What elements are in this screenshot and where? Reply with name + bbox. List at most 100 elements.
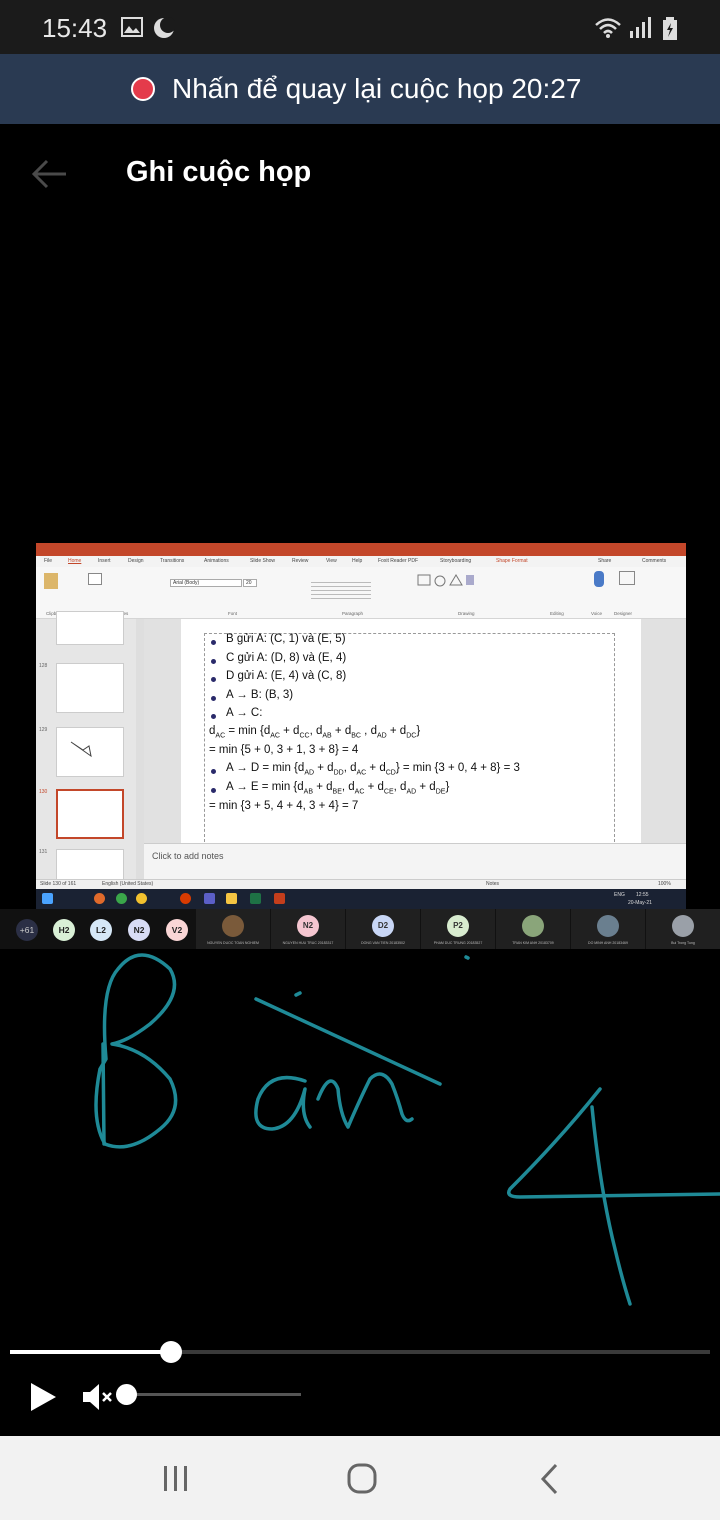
- app-icon: [116, 893, 127, 904]
- participant-tile: TRAN KIM ANH 20183709: [496, 909, 570, 949]
- ppt-status-bar: Slide 130 of 161 English (United States)…: [36, 879, 686, 889]
- group-font: Font: [228, 611, 238, 616]
- powerpoint-icon: [274, 893, 285, 904]
- taskbar-date: 20-May-21: [628, 900, 652, 906]
- participant-name: PHAM DUC TRUNG 20183527: [433, 941, 483, 945]
- return-to-meeting-banner[interactable]: Nhấn để quay lại cuộc họp 20:27: [0, 54, 720, 124]
- tab-home: Home: [68, 558, 82, 564]
- slide-line: A → C:: [226, 707, 263, 719]
- shapes-gallery: [416, 573, 476, 601]
- participant-avatar: H2: [53, 919, 75, 941]
- tab-design: Design: [128, 558, 144, 564]
- slide-thumbnail-129: [56, 727, 124, 777]
- group-designer: Designer: [614, 611, 633, 616]
- gallery-icon: [121, 17, 143, 42]
- tab-file: File: [44, 558, 53, 564]
- dictate-mic-icon: [594, 571, 604, 587]
- font-name-box: Arial (Body): [170, 579, 242, 587]
- participant-overflow-count: +61: [16, 919, 38, 941]
- slide-thumbnail-128: [56, 663, 124, 713]
- participant-tile: P2 PHAM DUC TRUNG 20183527: [421, 909, 495, 949]
- recording-indicator-icon: [131, 77, 155, 101]
- status-slide-count: Slide 130 of 161: [40, 881, 77, 887]
- seek-bar-handle[interactable]: [160, 1341, 182, 1363]
- page-title: Ghi cuộc họp: [126, 156, 312, 188]
- handwriting-annotation: [94, 953, 720, 1306]
- group-editing: Editing: [550, 611, 564, 616]
- participant-tile: NGUYEN DUOC TOAN NGHIEM: [196, 909, 270, 949]
- participant-avatar: P2: [447, 915, 469, 937]
- slide-editor: B gửi A: (C, 1) và (E, 5) C gửi A: (D, 8…: [144, 619, 686, 847]
- taskbar-time: 12:55: [636, 892, 649, 898]
- paste-icon: [44, 573, 58, 589]
- participant-name: NGUYEN DUOC TOAN NGHIEM: [207, 941, 259, 945]
- volume-slider-handle[interactable]: [116, 1384, 137, 1405]
- bullet: [211, 659, 216, 664]
- thumbnail-scrollbar: [136, 619, 144, 881]
- tab-insert: Insert: [98, 558, 111, 564]
- participant-photo: [222, 915, 244, 937]
- participant-photo: [597, 915, 619, 937]
- slide-line: = min {5 + 0, 3 + 1, 3 + 8} = 4: [209, 744, 359, 756]
- tab-foxit: Foxit Reader PDF: [378, 558, 419, 564]
- share-button: Share: [598, 558, 612, 564]
- designer-icon: [619, 571, 635, 585]
- notes-placeholder: Click to add notes: [152, 851, 224, 861]
- new-slide-icon: [88, 573, 102, 585]
- group-paragraph: Paragraph: [342, 611, 364, 616]
- screen-share-frame: File Home Insert Design Transitions Anim…: [36, 543, 686, 909]
- status-zoom: 100%: [658, 881, 671, 887]
- participant-tile: N2 NGUYEN HUU TRUC 20183317: [271, 909, 345, 949]
- status-notes: Notes: [486, 881, 500, 887]
- participant-name: Bui Trong Tung: [671, 941, 695, 945]
- status-language: English (United States): [102, 881, 154, 887]
- current-slide: B gửi A: (C, 1) và (E, 5) C gửi A: (D, 8…: [181, 619, 641, 847]
- home-icon[interactable]: [342, 1462, 382, 1496]
- thumb-number: 128: [39, 663, 48, 669]
- tab-help: Help: [352, 558, 363, 564]
- ppt-ribbon-tabs: File Home Insert Design Transitions Anim…: [36, 556, 686, 567]
- battery-icon: [662, 17, 678, 46]
- bullet: [211, 640, 216, 645]
- participant-name: DO MINH ANH 20183469: [588, 941, 628, 945]
- participant-photo: [672, 915, 694, 937]
- recents-icon[interactable]: [156, 1462, 196, 1496]
- volume-slider[interactable]: [118, 1393, 301, 1396]
- tab-storyboarding: Storyboarding: [440, 558, 472, 564]
- participant-photo: [522, 915, 544, 937]
- tab-slide-show: Slide Show: [250, 558, 276, 564]
- participant-tile: DO MINH ANH 20183469: [571, 909, 645, 949]
- system-nav-bar: [0, 1436, 720, 1520]
- play-icon[interactable]: [28, 1381, 58, 1413]
- slide-thumbnail-127: [56, 611, 124, 645]
- app-icon: [180, 893, 191, 904]
- ppt-ribbon: Arial (Body) 20 Clipboard Slides Font Pa…: [36, 567, 686, 619]
- back-arrow-icon[interactable]: [30, 156, 70, 192]
- slide-line: C gửi A: (D, 8) và (E, 4): [226, 652, 347, 664]
- return-to-meeting-text: Nhấn để quay lại cuộc họp 20:27: [172, 73, 582, 104]
- participant-tile: Bui Trong Tung: [646, 909, 720, 949]
- taskbar-language: ENG: [614, 892, 625, 898]
- tab-shape-format: Shape Format: [496, 558, 528, 564]
- participant-name: DONG VAN TIEN 20183502: [361, 941, 405, 945]
- bullet: [211, 769, 216, 774]
- status-time: 15:43: [42, 13, 108, 43]
- mute-icon[interactable]: [82, 1382, 118, 1412]
- bullet: [211, 696, 216, 701]
- participant-name: NGUYEN HUU TRUC 20183317: [282, 941, 334, 945]
- windows-taskbar: ENG 12:55 20-May-21: [36, 889, 686, 909]
- group-voice: Voice: [591, 611, 603, 616]
- participant-strip: +61 H2 L2 N2 V2 NGUYEN DUOC TOAN NGHIEM …: [0, 909, 720, 949]
- excel-icon: [250, 893, 261, 904]
- back-icon[interactable]: [530, 1462, 570, 1496]
- participant-avatar: N2: [128, 919, 150, 941]
- bullet: [211, 788, 216, 793]
- signal-icon: [628, 17, 652, 44]
- seek-bar-progress: [10, 1350, 171, 1354]
- comments-button: Comments: [642, 558, 667, 564]
- windows-start-icon: [42, 893, 53, 904]
- explorer-icon: [226, 893, 237, 904]
- tab-review: Review: [292, 558, 309, 564]
- slide-line: B gửi A: (C, 1) và (E, 5): [226, 633, 346, 645]
- chrome-icon: [136, 893, 147, 904]
